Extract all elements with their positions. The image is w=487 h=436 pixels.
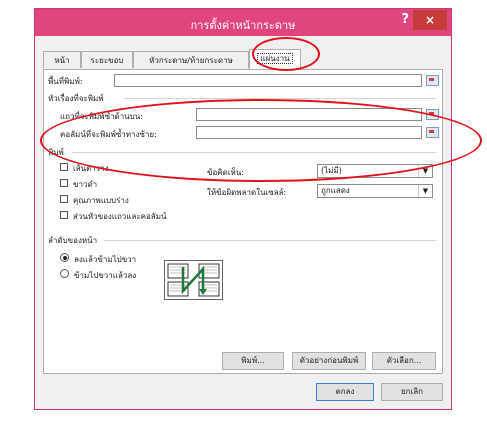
- errors-label: ให้ข้อผิดพลาดในเซลล์:: [207, 188, 287, 197]
- title-bar: การตั้งค่าหน้ากระดาษ ? ×: [35, 9, 451, 36]
- print-area-input[interactable]: [114, 74, 422, 87]
- dialog-title: การตั้งค่าหน้ากระดาษ: [190, 19, 296, 32]
- row-col-headings-label: ส่วนหัวของแถวและคอลัมน์: [73, 212, 167, 221]
- chevron-down-icon: ▼: [418, 185, 432, 197]
- print-area-label: พื้นที่พิมพ์:: [48, 77, 83, 86]
- tab-header-footer[interactable]: หัวกระดาษ/ท้ายกระดาษ: [133, 51, 249, 68]
- down-then-over-label: ลงแล้วข้ามไปขวา: [74, 255, 137, 264]
- range-picker-icon[interactable]: [426, 75, 439, 86]
- black-white-label: ขาวดำ: [73, 180, 98, 189]
- tab-margins[interactable]: ระยะขอบ: [81, 51, 133, 68]
- help-button[interactable]: ?: [401, 12, 409, 27]
- errors-value: ถูกแสดง: [321, 186, 350, 195]
- tab-page[interactable]: หน้า: [43, 51, 81, 68]
- annotation-ellipse-print-titles: [40, 99, 482, 182]
- errors-select[interactable]: ถูกแสดง ▼: [317, 184, 433, 198]
- options-button[interactable]: ตัวเลือก...: [372, 352, 436, 370]
- page-order-preview: [164, 260, 223, 300]
- over-then-down-label: ข้ามไปขวาแล้วลง: [74, 271, 137, 280]
- divider: [104, 240, 436, 241]
- gridlines-checkbox[interactable]: [60, 163, 68, 171]
- black-white-checkbox[interactable]: [60, 179, 68, 187]
- row-col-headings-checkbox[interactable]: [60, 211, 68, 219]
- cancel-button[interactable]: ยกเลิก: [381, 383, 443, 401]
- page-order-heading: ลำดับของหน้า: [48, 236, 98, 245]
- page-order-diagram-icon: [167, 263, 220, 297]
- annotation-ellipse-tab: [252, 37, 320, 71]
- page-setup-dialog: การตั้งค่าหน้ากระดาษ ? × หน้า ระยะขอบ หั…: [34, 8, 452, 410]
- close-button[interactable]: ×: [413, 10, 447, 30]
- down-then-over-radio[interactable]: [60, 253, 69, 262]
- draft-quality-checkbox[interactable]: [60, 195, 68, 203]
- print-titles-heading: หัวเรื่องที่จะพิมพ์: [48, 94, 104, 103]
- ok-button[interactable]: ตกลง: [316, 383, 374, 401]
- over-then-down-radio[interactable]: [60, 269, 69, 278]
- draft-quality-label: คุณภาพแบบร่าง: [73, 196, 129, 205]
- print-button[interactable]: พิมพ์...: [222, 352, 284, 370]
- print-preview-button[interactable]: ตัวอย่างก่อนพิมพ์: [292, 352, 366, 370]
